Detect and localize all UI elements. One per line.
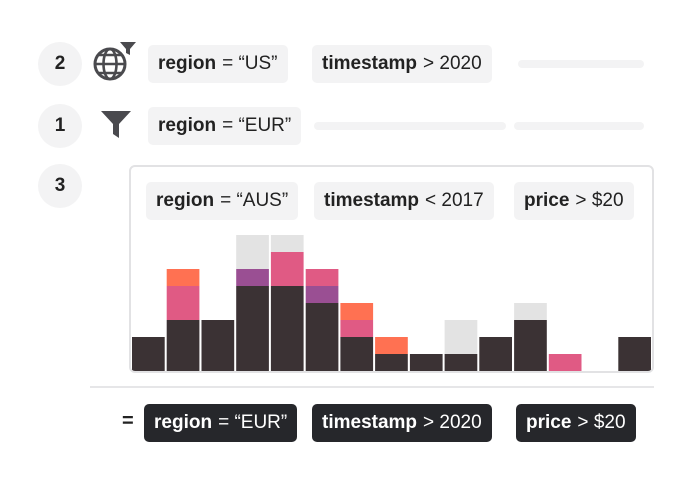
chip-operator: = (222, 53, 234, 74)
histogram-bar-segment (514, 320, 547, 371)
histogram-bar-segment (444, 320, 478, 354)
chip-value: 2020 (439, 53, 482, 74)
histogram-bar-segment (166, 320, 200, 371)
histogram-bar-segment (166, 269, 200, 286)
histogram-bar-segment (340, 320, 374, 337)
histogram-bar-segment (270, 252, 304, 286)
chip-value: “US” (238, 53, 278, 74)
chip-operator: = (218, 412, 230, 433)
chip-operator: > (423, 53, 435, 74)
chip-field: region (158, 53, 217, 74)
chip-operator: > (577, 412, 589, 433)
chip-operator: > (575, 190, 587, 211)
chip-field: timestamp (322, 53, 418, 74)
chip-field: region (156, 190, 215, 211)
step-number-badge: 1 (38, 104, 82, 148)
chip-operator: = (222, 115, 234, 136)
histogram-bar-segment (479, 337, 512, 371)
histogram-bar-segment (236, 235, 269, 269)
histogram-bar-segment (514, 303, 547, 320)
chip-value: $20 (593, 412, 626, 433)
filter-chip-region[interactable]: region = “AUS” (146, 182, 299, 220)
histogram-bar-segment (132, 337, 165, 371)
empty-chip-placeholder (518, 60, 644, 68)
chip-value: “EUR” (238, 115, 292, 136)
histogram-bar-segment (340, 303, 374, 320)
chip-value: 2017 (441, 190, 484, 211)
histogram-bar-segment (236, 286, 269, 371)
chip-field: region (154, 412, 213, 433)
chip-field: timestamp (324, 190, 420, 211)
histogram-bar-segment (375, 337, 408, 354)
histogram-bar-segment (305, 269, 339, 286)
filter-chip-timestamp[interactable]: timestamp > 2020 (312, 45, 492, 83)
histogram-bar-segment (201, 320, 235, 371)
histogram-bar-segment (166, 286, 200, 320)
histogram-bar-segment (409, 354, 443, 371)
filter-chip-region[interactable]: region = “US” (148, 45, 288, 83)
filter-chip-timestamp[interactable]: timestamp < 2017 (314, 182, 494, 220)
filter-row-2: 2 (38, 42, 82, 86)
chip-field: price (524, 190, 570, 211)
histogram-bar-segment (305, 303, 339, 371)
chip-value: $20 (591, 190, 624, 211)
chip-field: timestamp (322, 412, 418, 433)
chip-value: “AUS” (236, 190, 289, 211)
filter-row-1: 1 (38, 104, 82, 148)
histogram-bar-segment (548, 354, 582, 371)
filter-chip-price[interactable]: price > $20 (514, 182, 634, 220)
histogram-bar-segment (618, 337, 651, 371)
divider (90, 386, 654, 388)
result-chip-timestamp[interactable]: timestamp > 2020 (312, 404, 492, 442)
histogram-bar-segment (305, 286, 339, 303)
chip-value: “EUR” (234, 412, 288, 433)
histogram-bar-segment (270, 235, 304, 252)
empty-chip-placeholder (314, 122, 506, 130)
chip-field: price (526, 412, 572, 433)
chip-operator: = (220, 190, 232, 211)
filter-funnel-icon (100, 110, 132, 145)
histogram-bar-segment (236, 269, 269, 286)
empty-chip-placeholder (514, 122, 644, 130)
chip-value: 2020 (439, 412, 482, 433)
chip-operator: > (423, 412, 435, 433)
filter-row-3: 3 (38, 164, 82, 208)
step-number-badge: 2 (38, 42, 82, 86)
equals-sign: = (122, 410, 134, 432)
result-chip-region[interactable]: region = “EUR” (144, 404, 298, 442)
globe-filter-icon (92, 40, 140, 89)
histogram-bar-segment (375, 354, 408, 371)
histogram-bar-segment (270, 286, 304, 371)
step-number-badge: 3 (38, 164, 82, 208)
chip-field: region (158, 115, 217, 136)
histogram-bar-segment (340, 337, 374, 371)
histogram-bar-segment (444, 354, 478, 371)
result-chip-price[interactable]: price > $20 (516, 404, 636, 442)
chip-operator: < (425, 190, 437, 211)
filter-chip-region[interactable]: region = “EUR” (148, 107, 302, 145)
